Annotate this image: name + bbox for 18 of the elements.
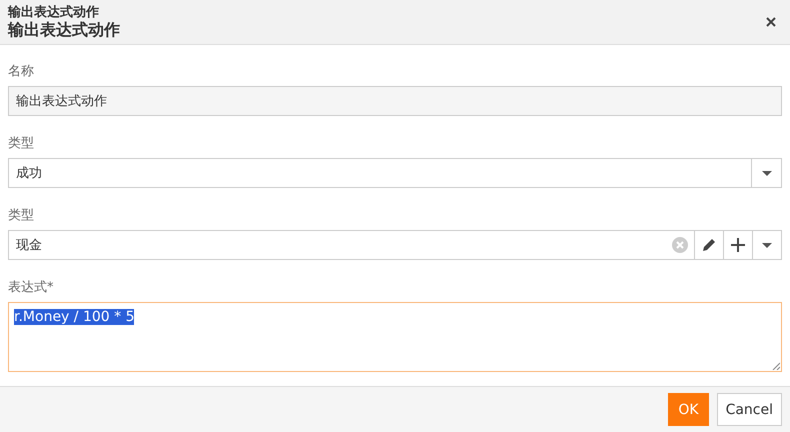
field-label: 表达式* [8,280,54,296]
field-label: 类型 [8,208,34,224]
pencil-icon [701,237,717,253]
close-icon [766,17,776,27]
plus-icon [731,238,745,252]
name-field[interactable]: 输出表达式动作 [8,86,782,116]
caret-icon [762,170,772,176]
dialog-title: 输出表达式动作 [8,20,121,40]
field-label: 名称 [8,64,34,80]
expression-field[interactable]: r.Money / 100 * 5 [8,302,782,372]
field-label: 类型 [8,136,34,152]
resize-grip-icon[interactable] [772,362,780,370]
caret-icon [762,242,772,248]
close-button[interactable] [766,17,776,27]
dialog-subtitle: 输出表达式动作 [8,4,100,20]
type-dropdown[interactable]: 成功 [8,158,782,188]
type-combo-field[interactable]: 现金 [8,230,782,260]
cancel-button[interactable]: Cancel [716,393,782,426]
